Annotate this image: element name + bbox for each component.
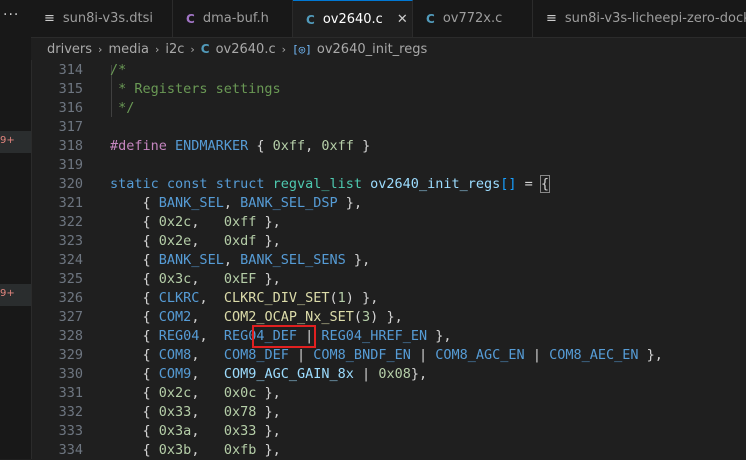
c-header-icon: C	[186, 11, 195, 26]
list-item-highlight[interactable]: 9+	[0, 131, 31, 153]
line-number: 323	[58, 233, 83, 249]
code-text[interactable]: { BANK_SEL, BANK_SEL_SENS },	[110, 251, 371, 270]
code-line[interactable]: 324 { BANK_SEL, BANK_SEL_SENS },	[31, 251, 746, 270]
line-number: 328	[58, 328, 83, 344]
code-editor[interactable]: 314/* 315 * Registers settings 316 */317 31…	[31, 61, 746, 459]
symbol-variable-icon: [◎]	[292, 42, 312, 56]
tab-ov2640-c[interactable]: C ov2640.c ✕	[293, 0, 413, 37]
code-line[interactable]: 332 { 0x33, 0x78 },	[31, 403, 746, 422]
line-number: 325	[58, 271, 83, 287]
editor-tab-bar: ≡ sun8i-v3s.dtsi C dma-buf.h C ov2640.c …	[31, 0, 746, 38]
line-number: 331	[58, 385, 83, 401]
code-line[interactable]: 331 { 0x2c, 0x0c },	[31, 384, 746, 403]
line-number: 322	[58, 214, 83, 230]
line-number: 319	[58, 157, 83, 173]
breadcrumb-item[interactable]: ov2640.c	[216, 42, 276, 57]
code-line[interactable]: 318 #define ENDMARKER { 0xff, 0xff }	[31, 137, 746, 156]
line-number: 332	[58, 404, 83, 420]
tab-label: ov2640.c	[322, 12, 383, 27]
tab-label: sun8i-v3s.dtsi	[62, 11, 153, 26]
line-number: 330	[58, 366, 83, 382]
more-actions-icon[interactable]: ...	[3, 3, 19, 19]
list-icon: ≡	[44, 11, 55, 26]
code-line[interactable]: 327 { COM2, COM2_OCAP_Nx_SET(3) },	[31, 308, 746, 327]
code-text[interactable]: { 0x2e, 0xdf },	[110, 232, 281, 251]
code-line[interactable]: 319	[31, 156, 746, 175]
code-line[interactable]: 329 { COM8, COM8_DEF | COM8_BNDF_EN | CO…	[31, 346, 746, 365]
code-text[interactable]: static const struct regval_list ov2640_i…	[110, 175, 551, 194]
line-number: 326	[58, 290, 83, 306]
tab-sun8i-v3s-licheepi-zero-dock[interactable]: ≡ sun8i-v3s-licheepi-zero-dock.dt	[533, 0, 746, 37]
code-line[interactable]: 333 { 0x3a, 0x33 },	[31, 422, 746, 441]
code-line[interactable]: 326 { CLKRC, CLKRC_DIV_SET(1) },	[31, 289, 746, 308]
line-number: 329	[58, 347, 83, 363]
line-number: 317	[58, 119, 83, 135]
chevron-right-icon: ›	[190, 42, 195, 56]
tab-label: dma-buf.h	[202, 11, 269, 26]
tab-dma-buf-h[interactable]: C dma-buf.h	[173, 0, 293, 37]
line-number: 316	[58, 100, 83, 116]
breadcrumb-item[interactable]: media	[108, 42, 149, 57]
code-text[interactable]: { 0x3a, 0x33 },	[110, 422, 281, 441]
code-text[interactable]: #define ENDMARKER { 0xff, 0xff }	[110, 137, 370, 156]
c-file-icon: C	[200, 42, 210, 56]
line-number: 327	[58, 309, 83, 325]
code-text[interactable]: { 0x3b, 0xfb },	[110, 441, 281, 460]
code-text[interactable]: { BANK_SEL, BANK_SEL_DSP },	[110, 194, 363, 213]
code-line[interactable]: 321 { BANK_SEL, BANK_SEL_DSP },	[31, 194, 746, 213]
code-line[interactable]: 316 */	[31, 99, 746, 118]
breadcrumb-item[interactable]: i2c	[165, 42, 184, 57]
code-line[interactable]: 328 { REG04, REG04_DEF | REG04_HREF_EN }…	[31, 327, 746, 346]
breadcrumb: drivers › media › i2c › C ov2640.c › [◎]…	[31, 38, 746, 60]
code-line[interactable]: 325 { 0x3c, 0xEF },	[31, 270, 746, 289]
c-file-icon: C	[306, 12, 315, 27]
code-line[interactable]: 317	[31, 118, 746, 137]
line-number: 314	[58, 62, 83, 78]
breadcrumb-item[interactable]: ov2640_init_regs	[317, 42, 427, 57]
problem-count-badge: 9+	[0, 288, 15, 299]
tab-sun8i-v3s-dtsi[interactable]: ≡ sun8i-v3s.dtsi	[31, 0, 173, 37]
chevron-right-icon: ›	[154, 42, 160, 56]
code-text[interactable]: */	[110, 99, 134, 118]
code-text[interactable]: { COM8, COM8_DEF | COM8_BNDF_EN | COM8_A…	[110, 346, 663, 365]
side-panel-edge: ... 9+ 9+	[0, 0, 32, 459]
tab-label: sun8i-v3s-licheepi-zero-dock.dt	[564, 11, 746, 26]
close-icon[interactable]: ✕	[397, 12, 408, 27]
list-icon: ≡	[546, 11, 557, 26]
code-line[interactable]: 322 { 0x2c, 0xff },	[31, 213, 746, 232]
line-number: 315	[58, 81, 83, 97]
code-text[interactable]: * Registers settings	[110, 80, 281, 99]
code-line[interactable]: 320 static const struct regval_list ov264…	[31, 175, 746, 194]
tab-ov772x-c[interactable]: C ov772x.c	[413, 0, 533, 37]
line-number: 333	[58, 423, 83, 439]
code-line[interactable]: 334 { 0x3b, 0xfb },	[31, 441, 746, 460]
problem-count-badge: 9+	[0, 135, 15, 146]
code-line[interactable]: 323 { 0x2e, 0xdf },	[31, 232, 746, 251]
code-text[interactable]: { 0x2c, 0x0c },	[110, 384, 281, 403]
code-text[interactable]: /*	[110, 61, 126, 80]
line-number: 334	[58, 442, 83, 458]
line-number: 321	[58, 195, 83, 211]
code-text[interactable]: { COM9, COM9_AGC_GAIN_8x | 0x08},	[110, 365, 428, 384]
annotation-highlight-box	[252, 325, 316, 348]
code-text[interactable]: { 0x2c, 0xff },	[110, 213, 281, 232]
line-number: 320	[58, 176, 83, 192]
c-file-icon: C	[426, 11, 435, 26]
line-number: 324	[58, 252, 83, 268]
breadcrumb-item[interactable]: drivers	[47, 42, 92, 57]
line-number: 318	[58, 138, 83, 154]
code-line[interactable]: 314 /*	[31, 61, 746, 80]
chevron-right-icon: ›	[98, 42, 103, 56]
tab-label: ov772x.c	[442, 11, 503, 26]
code-text[interactable]: { CLKRC, CLKRC_DIV_SET(1) },	[110, 289, 379, 308]
list-item-highlight[interactable]: 9+	[0, 284, 31, 306]
code-text[interactable]: { 0x33, 0x78 },	[110, 403, 281, 422]
code-text[interactable]: { 0x3c, 0xEF },	[110, 270, 281, 289]
chevron-right-icon: ›	[281, 42, 287, 56]
code-line[interactable]: 330 { COM9, COM9_AGC_GAIN_8x | 0x08},	[31, 365, 746, 384]
code-line[interactable]: 315 * Registers settings	[31, 80, 746, 99]
